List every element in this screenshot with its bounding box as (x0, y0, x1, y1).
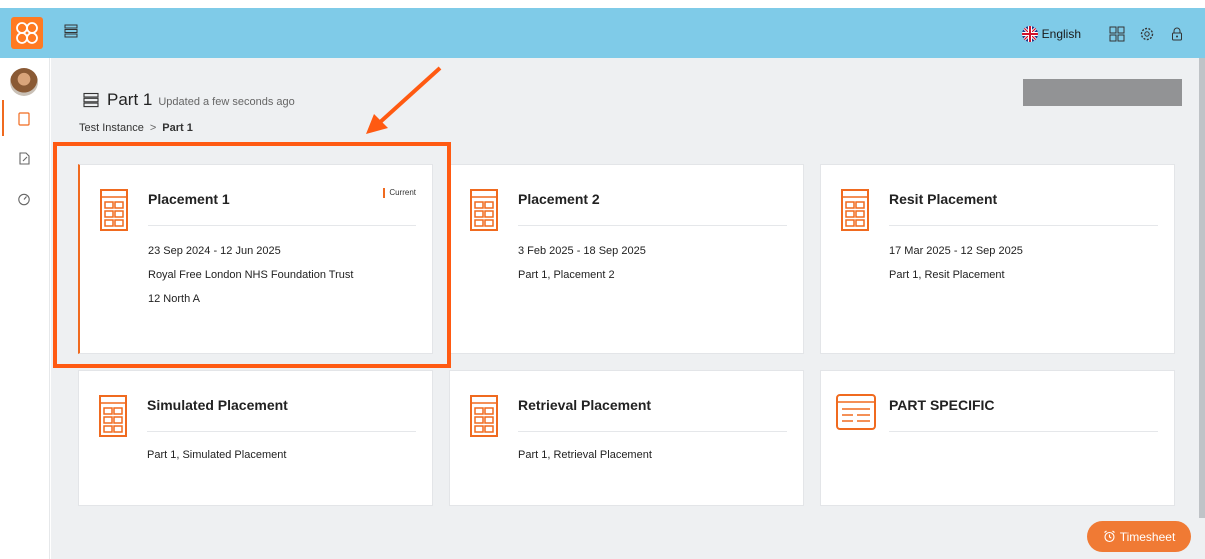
building-icon (470, 189, 498, 231)
active-indicator (2, 100, 4, 136)
annotation-arrow-icon (366, 66, 442, 134)
card-subtitle: Part 1, Placement 2 (518, 269, 615, 281)
placement-card[interactable]: Simulated Placement Part 1, Simulated Pl… (78, 370, 433, 506)
building-icon (841, 189, 869, 231)
top-right-toolbar: English (1021, 22, 1185, 46)
timesheet-label: Timesheet (1119, 529, 1176, 544)
card-subtitle: Part 1, Retrieval Placement (518, 449, 652, 461)
placement-card[interactable]: Resit Placement 17 Mar 2025 - 12 Sep 202… (820, 164, 1175, 354)
card-subtitle: Part 1, Resit Placement (889, 269, 1005, 281)
sidebar (0, 58, 50, 559)
settings-icon[interactable] (1139, 26, 1155, 42)
card-title: PART SPECIFIC (889, 397, 995, 413)
avatar[interactable] (10, 68, 38, 96)
building-icon (99, 395, 127, 437)
card-subtitle: Part 1, Simulated Placement (147, 449, 287, 461)
edit-document-icon[interactable] (17, 152, 31, 166)
page-title: Part 1 (107, 90, 153, 109)
divider (518, 431, 787, 432)
divider (889, 431, 1158, 432)
top-bar: English (0, 8, 1205, 58)
lock-icon[interactable] (1169, 26, 1185, 42)
building-icon (470, 395, 498, 437)
app-logo[interactable] (11, 17, 43, 49)
breadcrumb-current: Part 1 (162, 122, 193, 134)
card-title: Resit Placement (889, 191, 998, 207)
logo-icon (16, 22, 38, 44)
divider (889, 225, 1158, 226)
part-specific-card[interactable]: PART SPECIFIC (820, 370, 1175, 506)
breadcrumb-separator: > (149, 122, 157, 134)
divider (518, 225, 787, 226)
card-title: Simulated Placement (147, 397, 288, 413)
form-icon (836, 394, 876, 430)
redacted-block (1023, 79, 1182, 106)
alarm-clock-icon (1103, 530, 1115, 543)
menu-toggle-button[interactable] (64, 24, 78, 43)
scrollbar[interactable] (1199, 58, 1205, 518)
uk-flag-icon[interactable] (1021, 26, 1038, 42)
timer-icon[interactable] (17, 192, 31, 206)
updated-timestamp: Updated a few seconds ago (158, 96, 295, 108)
breadcrumb: Test Instance > Part 1 (79, 122, 193, 134)
annotation-highlight-box (53, 142, 451, 368)
card-dates: 17 Mar 2025 - 12 Sep 2025 (889, 245, 1023, 257)
placement-card[interactable]: Retrieval Placement Part 1, Retrieval Pl… (449, 370, 804, 506)
document-icon[interactable] (17, 112, 31, 126)
divider (147, 431, 416, 432)
card-dates: 3 Feb 2025 - 18 Sep 2025 (518, 245, 646, 257)
part-list-icon (83, 92, 99, 108)
breadcrumb-item[interactable]: Test Instance (79, 122, 144, 134)
grid-icon[interactable] (1109, 26, 1125, 42)
card-title: Placement 2 (518, 191, 600, 207)
language-selector[interactable]: English (1042, 27, 1081, 41)
card-title: Retrieval Placement (518, 397, 652, 413)
page-header: Part 1 Updated a few seconds ago (83, 90, 295, 110)
timesheet-button[interactable]: Timesheet (1087, 521, 1191, 552)
placement-card[interactable]: Placement 2 3 Feb 2025 - 18 Sep 2025 Par… (449, 164, 804, 354)
menu-icon (64, 24, 78, 38)
